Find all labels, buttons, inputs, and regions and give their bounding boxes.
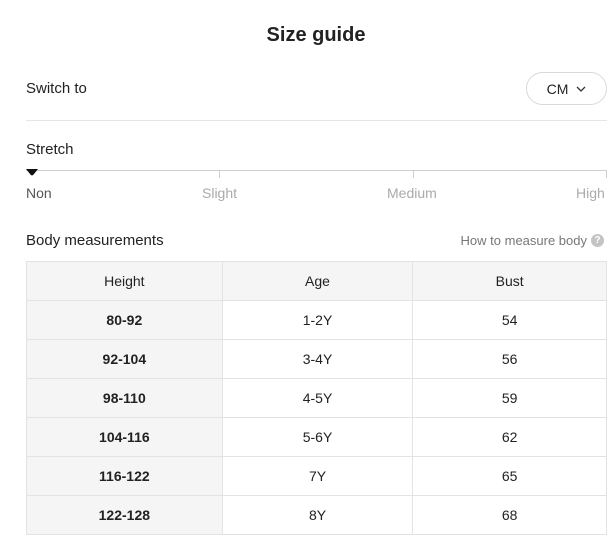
- bust-cell: 59: [412, 378, 607, 418]
- column-header-height: Height: [26, 261, 223, 301]
- unit-select[interactable]: CM: [526, 72, 607, 105]
- table-row: 80-92 1-2Y 54: [26, 300, 607, 340]
- how-to-measure-label: How to measure body: [460, 233, 587, 248]
- column-header-bust: Bust: [412, 261, 607, 301]
- age-cell: 3-4Y: [221, 339, 414, 379]
- age-cell: 7Y: [221, 456, 414, 496]
- age-cell: 1-2Y: [221, 300, 414, 340]
- stretch-track: [26, 170, 607, 171]
- stretch-label: Stretch: [26, 141, 74, 158]
- height-cell: 80-92: [26, 300, 223, 340]
- bust-cell: 54: [412, 300, 607, 340]
- stretch-level-non: Non: [26, 185, 52, 201]
- stretch-level-high: High: [576, 185, 605, 201]
- body-measurements-title: Body measurements: [26, 232, 164, 249]
- stretch-level-medium: Medium: [387, 185, 437, 201]
- unit-select-value: CM: [546, 80, 569, 97]
- height-cell: 116-122: [26, 456, 223, 496]
- bust-cell: 68: [412, 495, 607, 535]
- switch-row: Switch to CM: [26, 72, 607, 105]
- bust-cell: 65: [412, 456, 607, 496]
- size-table: Height Age Bust 80-92 1-2Y 54 92-104 3-4…: [26, 261, 607, 535]
- bust-cell: 56: [412, 339, 607, 379]
- switch-label: Switch to: [26, 80, 87, 97]
- slider-marker-icon: [26, 169, 38, 176]
- bust-cell: 62: [412, 417, 607, 457]
- age-cell: 5-6Y: [221, 417, 414, 457]
- chevron-down-icon: [576, 86, 586, 92]
- table-row: 116-122 7Y 65: [26, 456, 607, 496]
- table-row: 122-128 8Y 68: [26, 495, 607, 535]
- height-cell: 104-116: [26, 417, 223, 457]
- stretch-tick: [413, 170, 414, 178]
- question-icon: ?: [591, 234, 604, 247]
- table-row: 98-110 4-5Y 59: [26, 378, 607, 418]
- height-cell: 122-128: [26, 495, 223, 535]
- stretch-tick: [606, 170, 607, 178]
- page-title: Size guide: [266, 24, 366, 46]
- table-header-row: Height Age Bust: [26, 261, 607, 301]
- divider: [26, 120, 607, 121]
- table-row: 104-116 5-6Y 62: [26, 417, 607, 457]
- age-cell: 4-5Y: [221, 378, 414, 418]
- age-cell: 8Y: [221, 495, 414, 535]
- table-row: 92-104 3-4Y 56: [26, 339, 607, 379]
- stretch-tick: [219, 170, 220, 178]
- how-to-measure-link[interactable]: How to measure body ?: [461, 233, 604, 248]
- height-cell: 92-104: [26, 339, 223, 379]
- height-cell: 98-110: [26, 378, 223, 418]
- stretch-level-slight: Slight: [202, 185, 238, 201]
- column-header-age: Age: [221, 261, 414, 301]
